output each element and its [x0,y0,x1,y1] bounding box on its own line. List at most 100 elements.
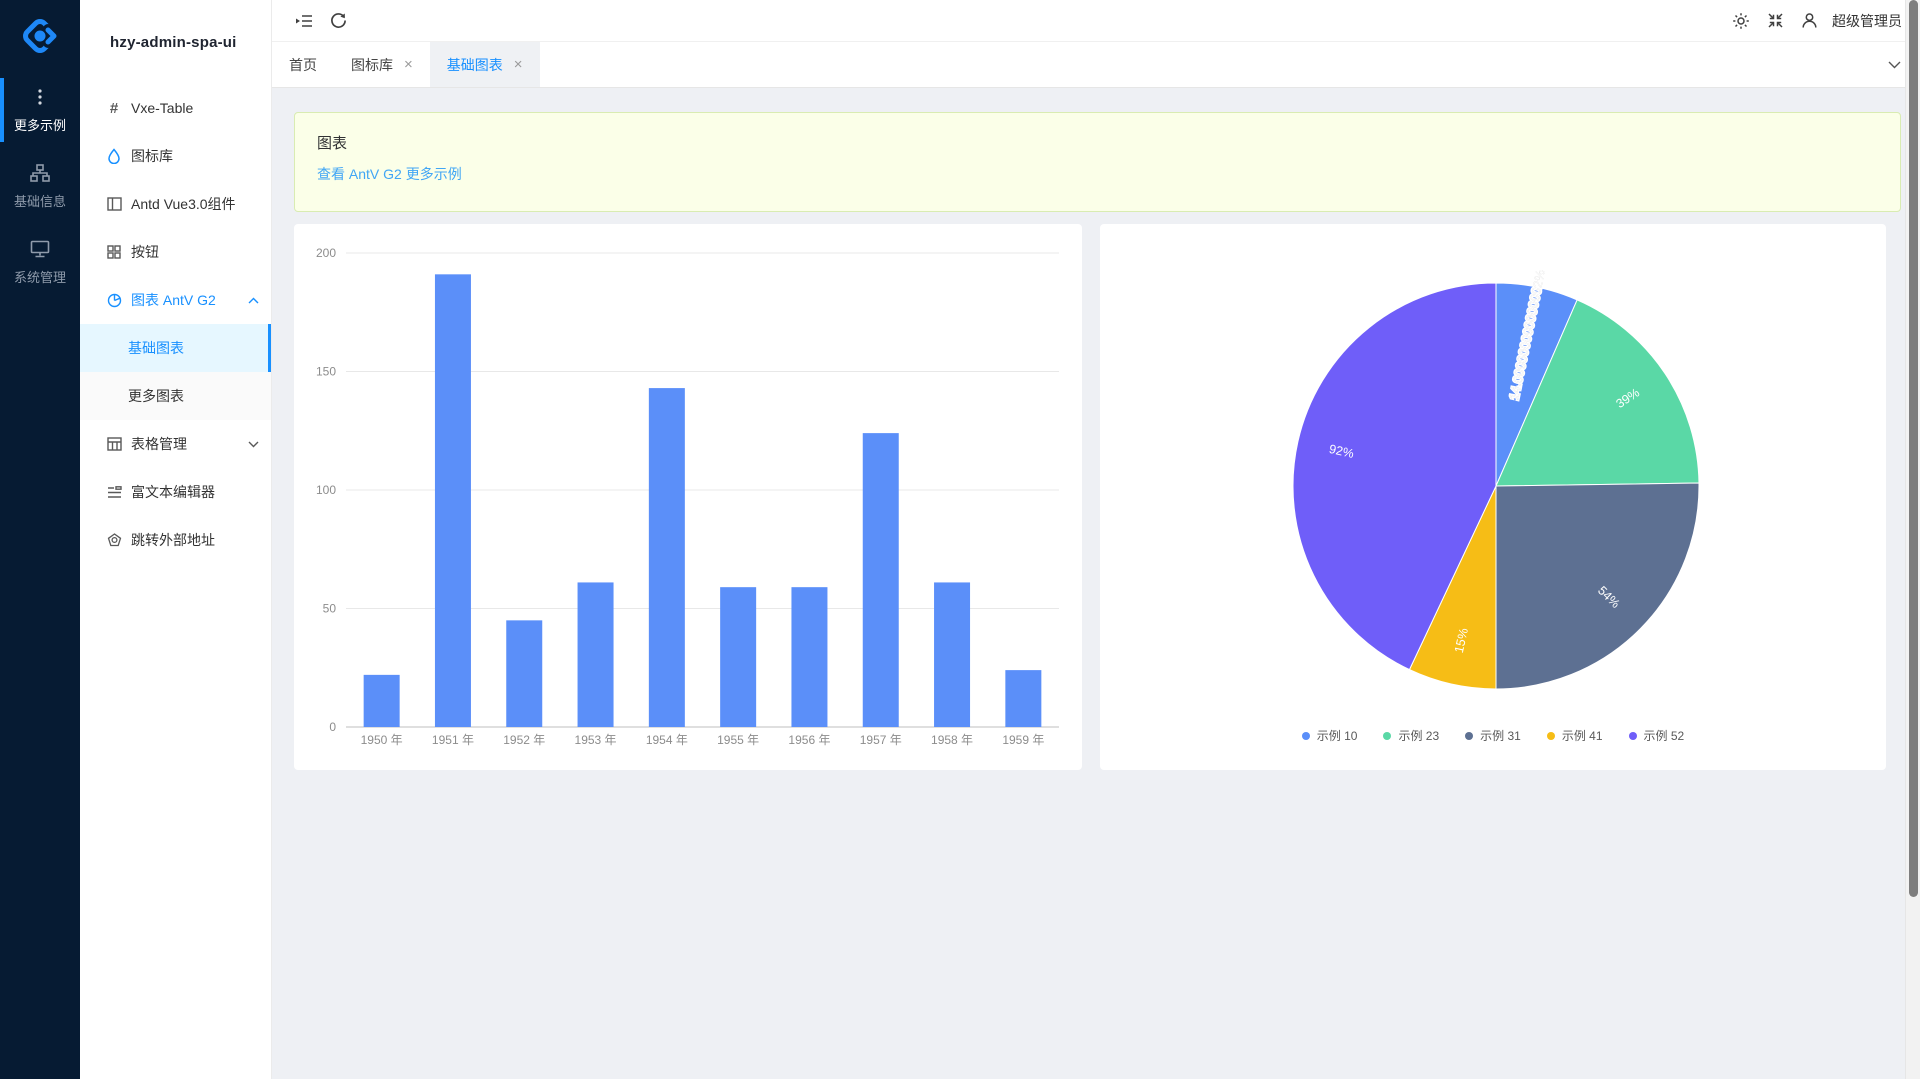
user-avatar-button[interactable] [1792,0,1826,42]
legend-item[interactable]: 示例 52 [1629,727,1685,744]
menu-fold-button[interactable] [287,0,321,42]
app-root: 更多示例 基础信息 系统管理 hzy-admin-spa-ui # Vxe-Ta… [0,0,1920,1079]
pie-chart[interactable]: 14.000000000000002%14.000000000000002%39… [1115,238,1871,718]
legend-item[interactable]: 示例 31 [1465,727,1521,744]
charts-alert-card: 图表 查看 AntV G2 更多示例 [294,112,1901,212]
logo-diamond-icon [17,13,63,59]
fullscreen-exit-button[interactable] [1758,0,1792,42]
legend-item[interactable]: 示例 41 [1547,727,1603,744]
tab-home[interactable]: 首页 [272,42,334,87]
gear-icon [1732,12,1750,30]
submenu-item-label: 更多图表 [128,386,184,406]
top-header: 超级管理员 [272,0,1920,42]
svg-text:1952 年: 1952 年 [503,733,545,747]
svg-text:100: 100 [316,483,336,497]
legend-label: 示例 10 [1317,727,1358,744]
pie-icon [106,292,122,308]
menu-item-icon-library[interactable]: 图标库 [80,132,271,180]
submenu-item-label: 基础图表 [128,338,184,358]
chevron-down-icon [1888,61,1901,69]
more-dots-icon [32,88,48,106]
close-icon[interactable]: × [514,57,523,72]
charts-row: 0501001502001950 年1951 年1952 年1953 年1954… [294,224,1901,770]
medal-icon [106,532,122,548]
legend-dot [1629,732,1637,740]
rail-item-label: 系统管理 [14,267,66,286]
svg-text:1951 年: 1951 年 [432,733,474,747]
refresh-button[interactable] [321,0,355,42]
rail-item-label: 更多示例 [14,115,66,134]
menu-item-label: 图表 AntV G2 [131,290,216,310]
legend-label: 示例 31 [1480,727,1521,744]
tabbar-spacer [540,42,1868,87]
user-icon [1801,12,1818,29]
svg-text:1950 年: 1950 年 [361,733,403,747]
settings-button[interactable] [1724,0,1758,42]
content-column: 超级管理员 首页 图标库 × 基础图表 × 图表 [272,0,1920,1079]
page-scrollbar[interactable] [1905,0,1920,1079]
legend-dot [1383,732,1391,740]
tab-label: 图标库 [351,55,393,75]
monitor-icon [30,240,50,258]
svg-text:0: 0 [329,720,336,734]
menu-item-buttons[interactable]: 按钮 [80,228,271,276]
legend-item[interactable]: 示例 23 [1383,727,1439,744]
close-icon[interactable]: × [404,57,413,72]
menu-item-external-link[interactable]: 跳转外部地址 [80,516,271,564]
menu-item-vxe-table[interactable]: # Vxe-Table [80,84,271,132]
rail-item-basic-info[interactable]: 基础信息 [0,148,80,224]
app-logo[interactable] [0,0,80,72]
scrollbar-thumb[interactable] [1909,0,1918,897]
menu-item-table-mgmt[interactable]: 表格管理 [80,420,271,468]
svg-text:1953 年: 1953 年 [575,733,617,747]
alert-title: 图表 [317,132,1878,153]
submenu-item-more-charts[interactable]: 更多图表 [80,372,271,420]
chevron-up-icon [248,297,259,304]
rail-item-system-mgmt[interactable]: 系统管理 [0,224,80,300]
cluster-icon [30,164,50,182]
chevron-down-icon [248,441,259,448]
tab-basic-charts[interactable]: 基础图表 × [430,42,540,87]
app-title: hzy-admin-spa-ui [80,0,271,84]
svg-text:1957 年: 1957 年 [860,733,902,747]
svg-text:50: 50 [323,602,337,616]
rail-item-label: 基础信息 [14,191,66,210]
svg-text:150: 150 [316,365,336,379]
grid-icon [106,244,122,260]
legend-item[interactable]: 示例 10 [1302,727,1358,744]
menu-item-antd-vue[interactable]: Antd Vue3.0组件 [80,180,271,228]
tab-label: 首页 [289,55,317,75]
menu-item-rich-text-editor[interactable]: 富文本编辑器 [80,468,271,516]
layout-icon [106,196,122,212]
bar-chart[interactable]: 0501001502001950 年1951 年1952 年1953 年1954… [309,238,1067,766]
user-name[interactable]: 超级管理员 [1832,11,1902,31]
fullscreen-exit-icon [1767,12,1784,29]
menu-item-label: Antd Vue3.0组件 [131,194,236,214]
primary-sidebar: 更多示例 基础信息 系统管理 [0,0,80,1079]
menu-item-antv-g2[interactable]: 图表 AntV G2 [80,276,271,324]
bar-chart-card: 0501001502001950 年1951 年1952 年1953 年1954… [294,224,1082,770]
menu-fold-icon [295,13,313,29]
svg-text:1955 年: 1955 年 [717,733,759,747]
menu-item-label: 图标库 [131,146,173,166]
svg-text:1958 年: 1958 年 [931,733,973,747]
legend-dot [1547,732,1555,740]
pie-legend: 示例 10 示例 23 示例 31 示例 41 [1302,727,1684,744]
antv-g2-examples-link[interactable]: 查看 AntV G2 更多示例 [317,164,462,184]
menu-item-label: Vxe-Table [131,100,193,116]
svg-text:1956 年: 1956 年 [788,733,830,747]
svg-text:1959 年: 1959 年 [1002,733,1044,747]
rich-text-icon [106,484,122,500]
menu-item-label: 按钮 [131,242,159,262]
antv-g2-submenu: 基础图表 更多图表 [80,324,271,420]
main-content: 图表 查看 AntV G2 更多示例 0501001502001950 年195… [272,88,1920,1079]
legend-label: 示例 52 [1644,727,1685,744]
refresh-icon [330,12,347,29]
legend-dot [1302,732,1310,740]
tab-label: 基础图表 [447,55,503,75]
hash-icon: # [106,100,122,116]
rail-item-more-examples[interactable]: 更多示例 [0,72,80,148]
submenu-item-basic-charts[interactable]: 基础图表 [80,324,271,372]
tab-icon-library[interactable]: 图标库 × [334,42,430,87]
legend-label: 示例 23 [1398,727,1439,744]
